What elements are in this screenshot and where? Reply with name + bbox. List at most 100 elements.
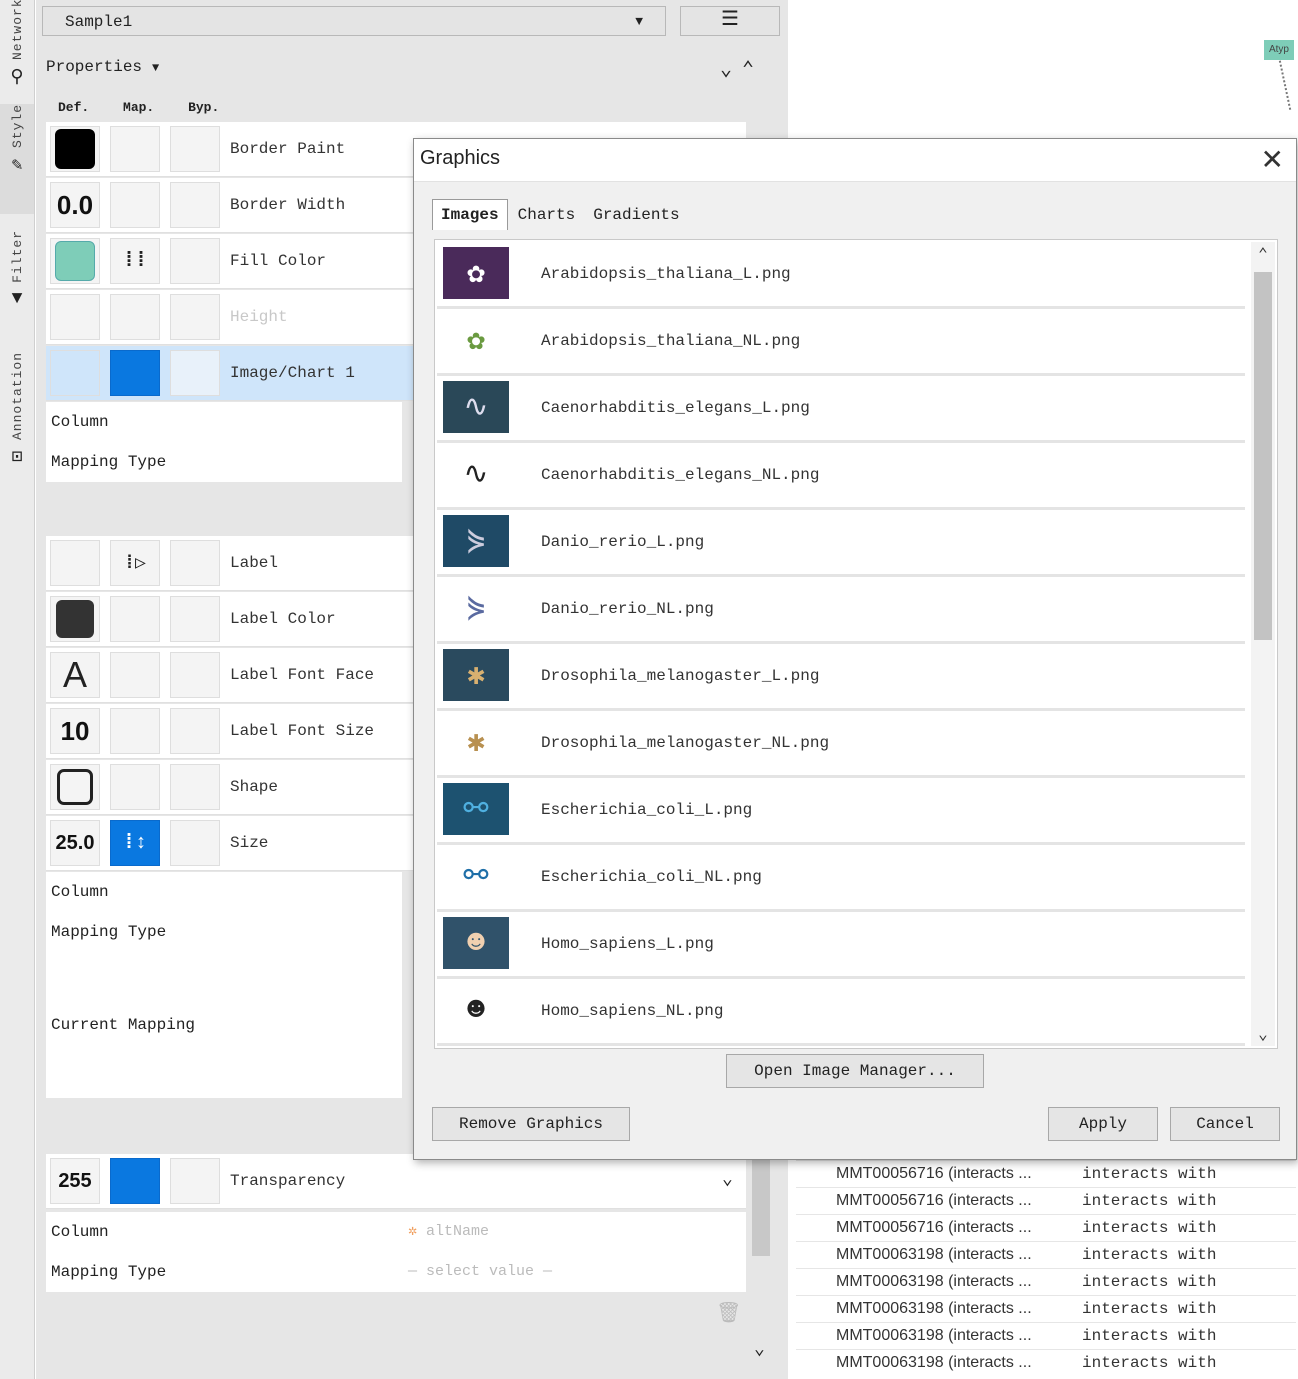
default-value-cell[interactable] [50, 540, 100, 586]
panel-scrollbar-thumb[interactable] [752, 1160, 770, 1256]
cancel-button[interactable]: Cancel [1170, 1107, 1280, 1141]
scroll-down-icon[interactable]: ⌄ [754, 1338, 765, 1360]
image-file-name: Arabidopsis_thaliana_NL.png [541, 332, 801, 350]
tab-network-label: Network [9, 0, 25, 60]
table-row[interactable]: MMT00063198 (interacts ... interacts with [796, 1322, 1296, 1349]
image-file-name: Drosophila_melanogaster_L.png [541, 667, 820, 685]
fish-icon: ⋟ [466, 592, 486, 627]
column-value[interactable]: ✲ altName [408, 1212, 489, 1252]
mapping-cell[interactable] [110, 652, 160, 698]
remove-graphics-button[interactable]: Remove Graphics [432, 1107, 630, 1141]
bypass-cell[interactable] [170, 820, 220, 866]
tab-filter[interactable]: Filter ▼ [0, 230, 34, 330]
bypass-cell[interactable] [170, 182, 220, 228]
trash-icon[interactable]: 🗑 [716, 1300, 741, 1326]
mapping-type-row[interactable]: Mapping Type — select value — [46, 1252, 746, 1292]
table-row[interactable]: MMT00063198 (interacts ... interacts with [796, 1295, 1296, 1322]
tab-annotation[interactable]: Annotation ⊡ [0, 352, 34, 502]
mapping-cell[interactable]: ⁞▷ [110, 540, 160, 586]
fly-icon: ✱ [466, 726, 486, 761]
tab-gradients[interactable]: Gradients [585, 200, 687, 230]
current-mapping-row[interactable]: Current Mapping [46, 952, 402, 1098]
default-value-cell[interactable] [50, 596, 100, 642]
mapping-cell[interactable] [110, 596, 160, 642]
mapping-cell[interactable]: ⁞⁞ [110, 238, 160, 284]
close-icon[interactable]: ✕ [1261, 143, 1284, 176]
mapping-cell[interactable] [110, 708, 160, 754]
mapping-column-row: Column [46, 872, 402, 912]
mapping-cell[interactable] [110, 1158, 160, 1204]
bypass-cell[interactable] [170, 596, 220, 642]
image-list-item[interactable]: ☻ Homo_sapiens_L.png [437, 912, 1245, 979]
mapping-cell[interactable] [110, 126, 160, 172]
tab-images[interactable]: Images [432, 199, 508, 230]
default-value-cell[interactable]: A [50, 652, 100, 698]
image-list-item[interactable]: ✿ Arabidopsis_thaliana_L.png [437, 242, 1245, 309]
edge-interaction: interacts with [1082, 1354, 1217, 1372]
image-list-item[interactable]: ⋟ Danio_rerio_NL.png [437, 577, 1245, 644]
table-row[interactable]: MMT00056716 (interacts ... interacts with [796, 1214, 1296, 1241]
collapse-all-icon[interactable]: ⌃ [742, 59, 764, 82]
collapse-row-icon[interactable]: ⌄ [722, 1168, 733, 1190]
mapping-cell[interactable] [110, 350, 160, 396]
properties-dropdown[interactable]: Properties ▼ [46, 58, 159, 76]
mapping-cell[interactable] [110, 182, 160, 228]
apply-button[interactable]: Apply [1048, 1107, 1158, 1141]
image-list-item[interactable]: ⚯ Escherichia_coli_L.png [437, 778, 1245, 845]
open-image-manager-button[interactable]: Open Image Manager... [726, 1054, 984, 1088]
edge-interaction: interacts with [1082, 1192, 1217, 1210]
tab-style[interactable]: Style ✎ [0, 104, 34, 214]
default-value-cell[interactable]: 25.0 [50, 820, 100, 866]
table-row[interactable]: MMT00063198 (interacts ... interacts with [796, 1241, 1296, 1268]
discrete-mapping-icon: ⁞⁞ [122, 249, 147, 273]
default-value-cell[interactable]: 10 [50, 708, 100, 754]
dialog-title-bar[interactable]: Graphics ✕ [414, 139, 1296, 182]
network-node[interactable]: Atyp [1264, 40, 1294, 60]
default-value-cell[interactable]: 255 [50, 1158, 100, 1204]
style-selector[interactable]: Sample1 ▼ [42, 6, 666, 36]
bypass-cell[interactable] [170, 708, 220, 754]
prop-row-transparency[interactable]: 255 Transparency ⌄ [46, 1154, 746, 1209]
edge-interaction: interacts with [1082, 1246, 1217, 1264]
style-options-button[interactable]: ☰ [680, 6, 780, 36]
bypass-cell[interactable] [170, 238, 220, 284]
mapping-type-value[interactable]: — select value — [408, 1252, 552, 1292]
table-row[interactable]: MMT00063198 (interacts ... interacts with [796, 1268, 1296, 1295]
default-value-cell[interactable]: 0.0 [50, 182, 100, 228]
image-list-item[interactable]: ⋟ Danio_rerio_L.png [437, 510, 1245, 577]
bypass-cell[interactable] [170, 652, 220, 698]
edge-interaction: interacts with [1082, 1273, 1217, 1291]
scrollbar-thumb[interactable] [1254, 272, 1272, 640]
bypass-cell[interactable] [170, 126, 220, 172]
image-list-item[interactable]: ✿ Arabidopsis_thaliana_NL.png [437, 309, 1245, 376]
scroll-up-icon[interactable]: ⌃ [1251, 244, 1275, 264]
bypass-cell[interactable] [170, 350, 220, 396]
image-list-item[interactable]: ✱ Drosophila_melanogaster_NL.png [437, 711, 1245, 778]
image-list-item[interactable]: ∿ Caenorhabditis_elegans_L.png [437, 376, 1245, 443]
tab-charts[interactable]: Charts [510, 200, 584, 230]
prop-name: Label Color [230, 610, 336, 628]
scroll-down-icon[interactable]: ⌄ [1251, 1024, 1275, 1044]
image-list-item[interactable]: ∿ Caenorhabditis_elegans_NL.png [437, 443, 1245, 510]
bypass-cell[interactable] [170, 1158, 220, 1204]
mapping-column-row[interactable]: Column ✲ altName [46, 1212, 746, 1252]
default-value-cell[interactable] [50, 126, 100, 172]
image-list-item[interactable]: ☻ Homo_sapiens_NL.png [437, 979, 1245, 1046]
default-value-cell[interactable] [50, 764, 100, 810]
image-file-name: Escherichia_coli_NL.png [541, 868, 762, 886]
tab-network[interactable]: Network ⚲ [0, 0, 34, 96]
table-row[interactable]: MMT00056716 (interacts ... interacts with [796, 1160, 1296, 1187]
bypass-cell[interactable] [170, 540, 220, 586]
mapping-cell[interactable] [110, 764, 160, 810]
image-list-item[interactable]: ✱ Drosophila_melanogaster_L.png [437, 644, 1245, 711]
image-list-item[interactable]: ⚯ Escherichia_coli_NL.png [437, 845, 1245, 912]
default-value-cell[interactable] [50, 238, 100, 284]
table-row[interactable]: MMT00063198 (interacts ... interacts with [796, 1349, 1296, 1376]
table-row[interactable]: MMT00056716 (interacts ... interacts with [796, 1187, 1296, 1214]
bypass-cell[interactable] [170, 764, 220, 810]
expand-all-icon[interactable]: ⌄ [720, 59, 742, 82]
default-value-cell[interactable] [50, 350, 100, 396]
image-list-scrollbar[interactable]: ⌃ ⌄ [1251, 242, 1275, 1046]
mapping-cell[interactable]: ⁞↕ [110, 820, 160, 866]
default-value: 0.0 [56, 189, 94, 220]
